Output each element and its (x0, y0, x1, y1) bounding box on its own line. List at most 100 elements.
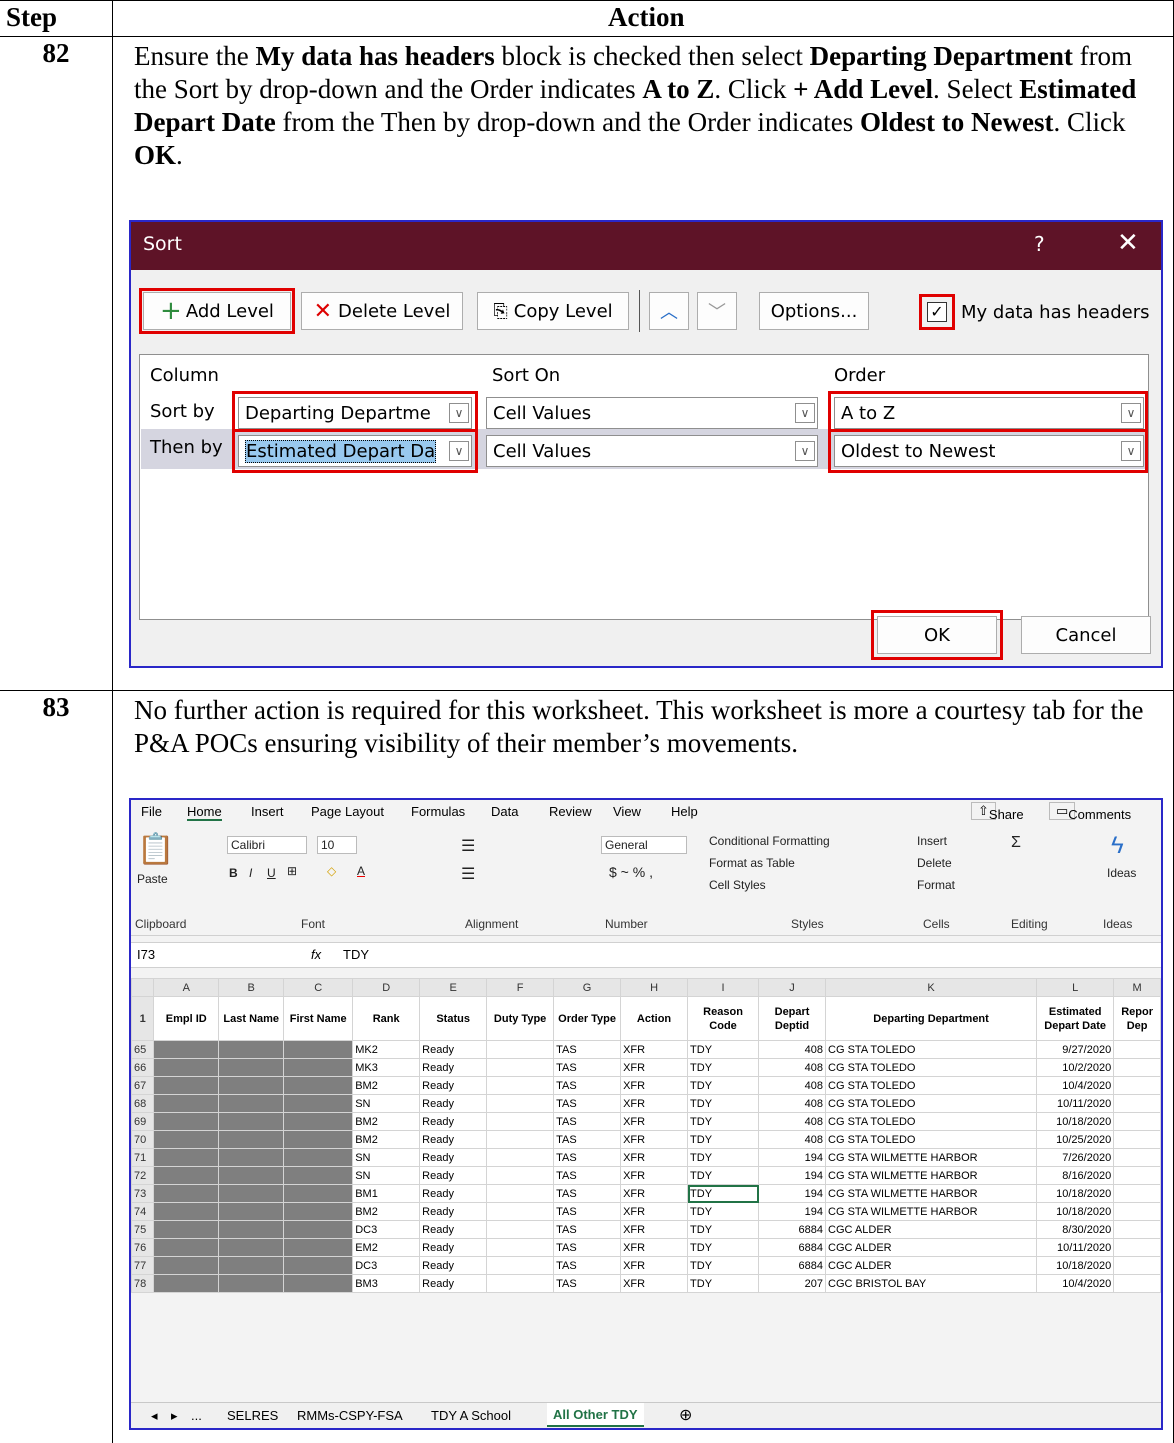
action-cell[interactable]: XFR (620, 1112, 689, 1131)
options-button[interactable]: Options... (759, 292, 869, 330)
name-box[interactable]: I73 (137, 947, 217, 962)
column-letter[interactable]: E (419, 978, 488, 997)
redacted-cell[interactable] (153, 1202, 220, 1221)
move-up-button[interactable]: ︿ (649, 292, 689, 330)
report-dept-cell[interactable] (1113, 1274, 1161, 1293)
tab-review[interactable]: Review (549, 804, 592, 819)
redacted-cell[interactable] (283, 1058, 354, 1077)
column-letter[interactable]: H (620, 978, 689, 997)
redacted-cell[interactable] (218, 1166, 285, 1185)
font-name-select[interactable]: Calibri (227, 836, 307, 854)
action-cell[interactable]: XFR (620, 1058, 689, 1077)
report-dept-cell[interactable] (1113, 1238, 1161, 1257)
sheet-tab-tdy-a-school[interactable]: TDY A School (431, 1408, 511, 1423)
redacted-cell[interactable] (153, 1166, 220, 1185)
bold-icon[interactable]: B (229, 866, 238, 880)
column-letter[interactable]: A (153, 978, 220, 997)
scroll-left-icon[interactable]: ◂ (151, 1408, 158, 1424)
font-size-select[interactable]: 10 (317, 836, 357, 854)
depart-deptid-cell[interactable]: 6884 (758, 1220, 827, 1239)
rank-cell[interactable]: BM2 (352, 1112, 421, 1131)
delete-cells-button[interactable]: Delete (917, 856, 952, 870)
sheet-tab-all-other-tdy[interactable]: All Other TDY (547, 1403, 644, 1427)
redacted-cell[interactable] (218, 1040, 285, 1059)
depart-deptid-cell[interactable]: 194 (758, 1202, 827, 1221)
estimated-depart-date-cell[interactable]: 10/18/2020 (1036, 1112, 1115, 1131)
status-cell[interactable]: Ready (419, 1040, 488, 1059)
redacted-cell[interactable] (283, 1238, 354, 1257)
report-dept-cell[interactable] (1113, 1166, 1161, 1185)
estimated-depart-date-cell[interactable]: 10/18/2020 (1036, 1256, 1115, 1275)
redacted-cell[interactable] (283, 1130, 354, 1149)
report-dept-cell[interactable] (1113, 1202, 1161, 1221)
then-by-sort-on-select[interactable]: Cell Values ∨ (486, 435, 818, 467)
reason-code-cell[interactable]: TDY (687, 1076, 760, 1095)
rank-cell[interactable]: DC3 (352, 1220, 421, 1239)
duty-type-cell[interactable] (486, 1040, 555, 1059)
status-cell[interactable]: Ready (419, 1274, 488, 1293)
column-letter[interactable]: K (825, 978, 1038, 997)
status-cell[interactable]: Ready (419, 1148, 488, 1167)
order-type-cell[interactable]: TAS (553, 1274, 622, 1293)
redacted-cell[interactable] (283, 1256, 354, 1275)
redacted-cell[interactable] (153, 1076, 220, 1095)
depart-deptid-cell[interactable]: 408 (758, 1094, 827, 1113)
redacted-cell[interactable] (153, 1130, 220, 1149)
report-dept-cell[interactable] (1113, 1058, 1161, 1077)
rank-cell[interactable]: EM2 (352, 1238, 421, 1257)
cell-styles-button[interactable]: Cell Styles (709, 878, 766, 892)
row-number[interactable]: 77 (131, 1256, 155, 1275)
order-type-cell[interactable]: TAS (553, 1166, 622, 1185)
depart-deptid-cell[interactable]: 194 (758, 1184, 827, 1203)
duty-type-cell[interactable] (486, 1238, 555, 1257)
duty-type-cell[interactable] (486, 1220, 555, 1239)
action-cell[interactable]: XFR (620, 1148, 689, 1167)
reason-code-cell[interactable]: TDY (687, 1220, 760, 1239)
redacted-cell[interactable] (153, 1112, 220, 1131)
departing-department-cell[interactable]: CG STA TOLEDO (825, 1076, 1038, 1095)
action-cell[interactable]: XFR (620, 1256, 689, 1275)
duty-type-cell[interactable] (486, 1058, 555, 1077)
delete-level-button[interactable]: ✕ Delete Level (301, 292, 463, 330)
rank-cell[interactable]: MK2 (352, 1040, 421, 1059)
redacted-cell[interactable] (218, 1058, 285, 1077)
rank-cell[interactable]: MK3 (352, 1058, 421, 1077)
estimated-depart-date-cell[interactable]: 10/4/2020 (1036, 1274, 1115, 1293)
reason-code-cell[interactable]: TDY (687, 1256, 760, 1275)
redacted-cell[interactable] (218, 1094, 285, 1113)
departing-department-cell[interactable]: CGC BRISTOL BAY (825, 1274, 1038, 1293)
function-icon[interactable]: fx (311, 947, 321, 962)
ideas-icon[interactable]: ϟ (1111, 832, 1124, 860)
redacted-cell[interactable] (153, 1094, 220, 1113)
redacted-cell[interactable] (153, 1148, 220, 1167)
reason-code-cell[interactable]: TDY (687, 1094, 760, 1113)
duty-type-cell[interactable] (486, 1130, 555, 1149)
depart-deptid-cell[interactable]: 6884 (758, 1238, 827, 1257)
departing-department-cell[interactable]: CG STA TOLEDO (825, 1112, 1038, 1131)
column-header-cell[interactable]: Action (620, 996, 689, 1041)
action-cell[interactable]: XFR (620, 1238, 689, 1257)
redacted-cell[interactable] (283, 1076, 354, 1095)
action-cell[interactable]: XFR (620, 1040, 689, 1059)
row-number[interactable]: 72 (131, 1166, 155, 1185)
departing-department-cell[interactable]: CG STA WILMETTE HARBOR (825, 1148, 1038, 1167)
report-dept-cell[interactable] (1113, 1112, 1161, 1131)
font-color-icon[interactable]: A (357, 864, 365, 878)
column-header-cell[interactable]: Depart Deptid (758, 996, 827, 1041)
departing-department-cell[interactable]: CGC ALDER (825, 1220, 1038, 1239)
rank-cell[interactable]: BM3 (352, 1274, 421, 1293)
column-header-cell[interactable]: Estimated Depart Date (1036, 996, 1115, 1041)
row-number[interactable]: 73 (131, 1184, 155, 1203)
tab-formulas[interactable]: Formulas (411, 804, 465, 819)
redacted-cell[interactable] (283, 1220, 354, 1239)
duty-type-cell[interactable] (486, 1112, 555, 1131)
column-letter[interactable]: G (553, 978, 622, 997)
redacted-cell[interactable] (283, 1274, 354, 1293)
duty-type-cell[interactable] (486, 1148, 555, 1167)
scroll-right-icon[interactable]: ▸ (171, 1408, 178, 1424)
redacted-cell[interactable] (283, 1094, 354, 1113)
column-header-cell[interactable]: Last Name (218, 996, 285, 1041)
tab-insert[interactable]: Insert (251, 804, 284, 819)
reason-code-cell[interactable]: TDY (687, 1274, 760, 1293)
estimated-depart-date-cell[interactable]: 7/26/2020 (1036, 1148, 1115, 1167)
